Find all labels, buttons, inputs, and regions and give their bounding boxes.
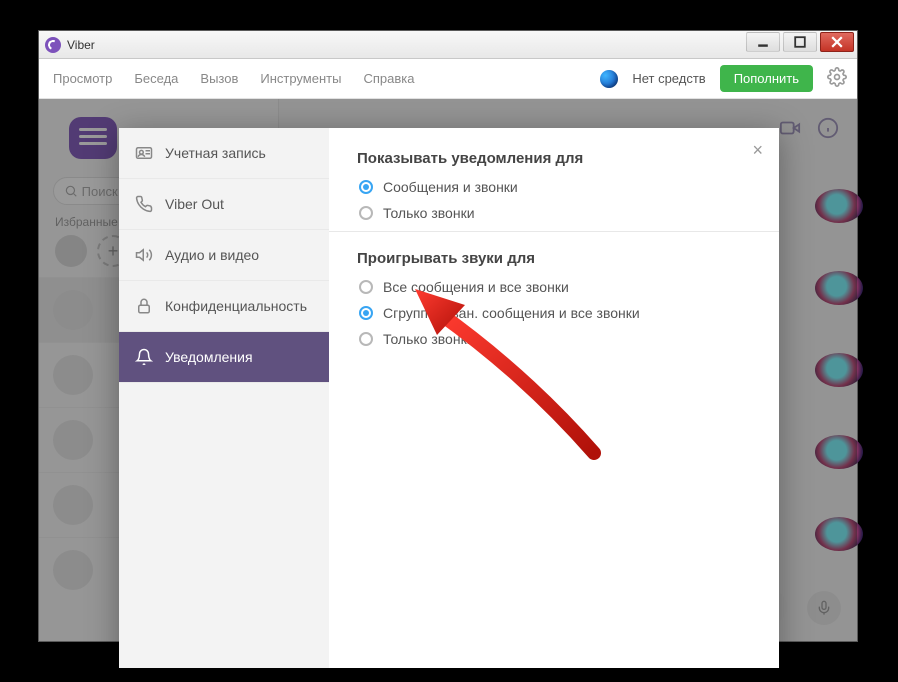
nav-label: Учетная запись — [165, 145, 266, 161]
nav-label: Аудио и видео — [165, 247, 259, 263]
nav-privacy[interactable]: Конфиденциальность — [119, 281, 329, 332]
dialog-close-button[interactable]: × — [752, 140, 763, 161]
menu-view[interactable]: Просмотр — [53, 71, 112, 86]
option-label: Сгруппирован. сообщения и все звонки — [383, 305, 640, 321]
app-body: Поиск Избранные + — [39, 99, 857, 641]
lock-icon — [135, 297, 153, 315]
settings-dialog: Учетная запись Viber Out Аудио и видео К… — [119, 128, 779, 668]
topup-button[interactable]: Пополнить — [720, 65, 813, 92]
radio-option[interactable]: Сгруппирован. сообщения и все звонки — [359, 305, 751, 321]
option-label: Все сообщения и все звонки — [383, 279, 569, 295]
settings-nav: Учетная запись Viber Out Аудио и видео К… — [119, 128, 329, 668]
nav-label: Уведомления — [165, 349, 253, 365]
settings-gear-icon[interactable] — [827, 67, 847, 90]
id-card-icon — [135, 144, 153, 162]
radio-option[interactable]: Только звонки — [359, 205, 751, 221]
option-label: Сообщения и звонки — [383, 179, 518, 195]
window-title: Viber — [67, 38, 95, 52]
menu-bar: Просмотр Беседа Вызов Инструменты Справк… — [39, 59, 857, 99]
minimize-button[interactable] — [746, 32, 780, 52]
menu-chat[interactable]: Беседа — [134, 71, 178, 86]
radio-option[interactable]: Только звонки — [359, 331, 751, 347]
nav-account[interactable]: Учетная запись — [119, 128, 329, 179]
menu-tools[interactable]: Инструменты — [260, 71, 341, 86]
nav-audio-video[interactable]: Аудио и видео — [119, 230, 329, 281]
divider — [329, 231, 779, 232]
phone-out-icon — [135, 195, 153, 213]
section-title: Проигрывать звуки для — [357, 250, 751, 267]
menu-help[interactable]: Справка — [363, 71, 414, 86]
radio-icon — [359, 280, 373, 294]
bell-icon — [135, 348, 153, 366]
radio-icon — [359, 206, 373, 220]
radio-icon — [359, 332, 373, 346]
speaker-icon — [135, 246, 153, 264]
menu-call[interactable]: Вызов — [200, 71, 238, 86]
radio-icon — [359, 306, 373, 320]
balance-text: Нет средств — [632, 71, 705, 86]
title-bar: Viber — [39, 31, 857, 59]
nav-notifications[interactable]: Уведомления — [119, 332, 329, 383]
radio-option[interactable]: Все сообщения и все звонки — [359, 279, 751, 295]
balance-globe-icon — [600, 70, 618, 88]
settings-content: × Показывать уведомления для Сообщения и… — [329, 128, 779, 668]
nav-viber-out[interactable]: Viber Out — [119, 179, 329, 230]
radio-option[interactable]: Сообщения и звонки — [359, 179, 751, 195]
close-button[interactable] — [820, 32, 854, 52]
viber-logo-icon — [45, 37, 61, 53]
radio-icon — [359, 180, 373, 194]
option-label: Только звонки — [383, 205, 475, 221]
app-window: Viber Просмотр Беседа Вызов Инструменты … — [38, 30, 858, 642]
nav-label: Конфиденциальность — [165, 298, 307, 314]
section-title: Показывать уведомления для — [357, 150, 751, 167]
nav-label: Viber Out — [165, 196, 224, 212]
option-label: Только звонки — [383, 331, 475, 347]
maximize-button[interactable] — [783, 32, 817, 52]
